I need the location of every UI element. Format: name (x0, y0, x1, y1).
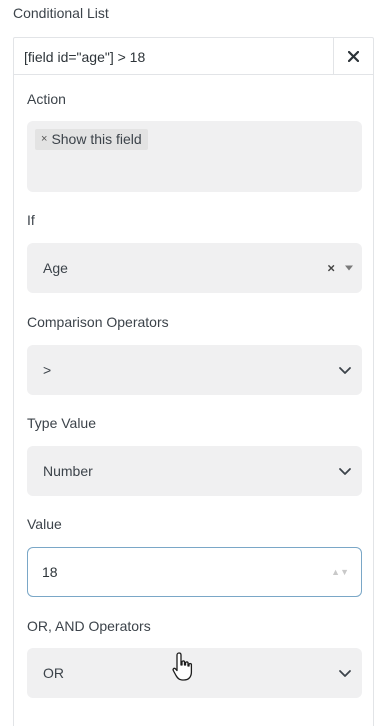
type-value-label: Type Value (27, 415, 97, 431)
chevron-down-icon (339, 468, 351, 475)
hand-pointer-cursor-icon (172, 652, 193, 681)
or-and-selected-value: OR (43, 665, 64, 681)
or-and-operators-label: OR, AND Operators (27, 618, 151, 634)
comparison-operator-select[interactable]: > (27, 345, 362, 395)
chevron-down-icon (339, 367, 351, 374)
chevron-down-icon (339, 670, 351, 677)
type-value-select[interactable]: Number (27, 446, 362, 496)
action-multiselect[interactable]: × Show this field (27, 121, 362, 192)
condition-card-header[interactable]: [field id="age"] > 18 (14, 38, 373, 75)
action-label: Action (27, 91, 66, 107)
if-selected-value: Age (43, 260, 68, 276)
type-value-selected: Number (43, 463, 93, 479)
caret-down-icon[interactable] (345, 265, 353, 271)
tag-remove-icon[interactable]: × (41, 129, 47, 150)
value-input-wrapper[interactable]: ▲▼ (27, 547, 362, 597)
close-icon (348, 50, 359, 62)
action-tag-show-this-field: × Show this field (35, 129, 148, 150)
conditional-list-panel: Conditional List [field id="age"] > 18 A… (0, 0, 385, 726)
clear-selection-icon[interactable]: × (327, 261, 335, 276)
section-title: Conditional List (13, 5, 109, 21)
tag-label: Show this field (51, 131, 142, 147)
value-label: Value (27, 516, 62, 532)
comparison-selected-value: > (43, 362, 52, 378)
if-select[interactable]: Age × (27, 243, 362, 293)
if-label: If (27, 212, 35, 228)
remove-condition-button[interactable] (333, 38, 373, 74)
value-input[interactable] (42, 548, 332, 596)
number-spinner-icon[interactable]: ▲▼ (331, 567, 349, 577)
comparison-operators-label: Comparison Operators (27, 314, 169, 330)
condition-rule-title: [field id="age"] > 18 (24, 49, 146, 65)
